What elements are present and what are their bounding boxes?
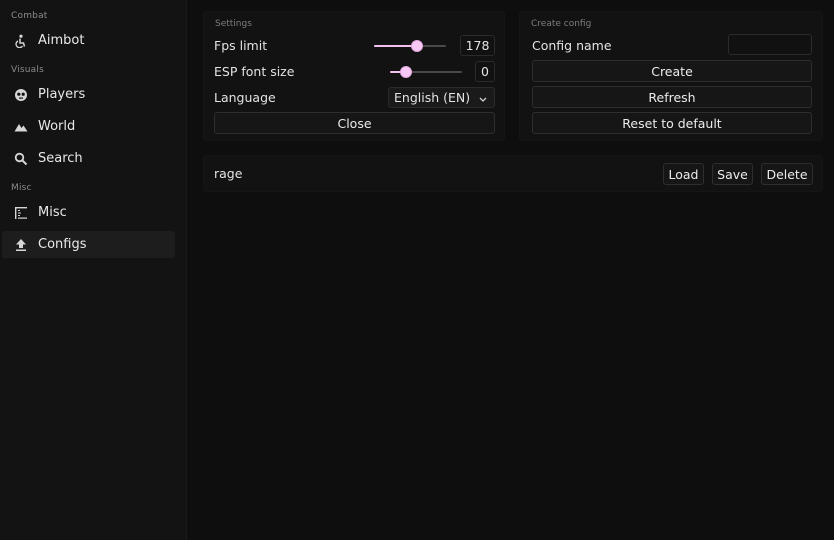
sidebar-item-search[interactable]: Search [2, 145, 175, 172]
world-icon [13, 119, 29, 135]
aimbot-icon [13, 33, 29, 49]
create-button[interactable]: Create [532, 60, 812, 82]
sidebar-item-aimbot[interactable]: Aimbot [2, 27, 175, 54]
create-config-panel: Create config Config name Create Refresh… [519, 11, 823, 141]
slider-thumb[interactable] [399, 66, 412, 78]
settings-panel: Settings Fps limit 178 ESP font size 0 L… [203, 11, 505, 141]
slider-thumb[interactable] [411, 40, 424, 52]
language-select[interactable]: English (EN) [388, 87, 495, 108]
section-label-misc: Misc [11, 183, 32, 193]
sidebar: Combat Aimbot Visuals Players World Sear [0, 0, 187, 540]
sidebar-item-world[interactable]: World [2, 113, 175, 140]
delete-button[interactable]: Delete [761, 163, 813, 185]
search-icon [13, 151, 29, 167]
language-label: Language [214, 90, 276, 105]
fps-limit-label: Fps limit [214, 38, 268, 53]
config-row: rage Load Save Delete [203, 155, 823, 192]
section-label-visuals: Visuals [11, 65, 44, 75]
app-window: Combat Aimbot Visuals Players World Sear [0, 0, 834, 540]
sidebar-item-players[interactable]: Players [2, 81, 175, 108]
config-name-input[interactable] [728, 34, 812, 55]
sidebar-item-misc[interactable]: Misc [2, 199, 175, 226]
esp-font-size-slider[interactable] [390, 66, 462, 78]
chevron-down-icon [478, 92, 488, 102]
esp-font-size-label: ESP font size [214, 64, 295, 79]
create-config-panel-title: Create config [531, 19, 592, 29]
esp-font-size-value[interactable]: 0 [475, 61, 495, 82]
config-name-label: Config name [532, 38, 612, 53]
refresh-button[interactable]: Refresh [532, 86, 812, 108]
section-label-combat: Combat [11, 11, 48, 21]
sidebar-item-label: World [38, 119, 76, 134]
sidebar-item-label: Misc [38, 205, 67, 220]
sidebar-item-configs[interactable]: Configs [2, 231, 175, 258]
sidebar-item-label: Search [38, 151, 83, 166]
players-icon [13, 87, 29, 103]
close-button[interactable]: Close [214, 112, 495, 134]
upload-icon [13, 237, 29, 253]
sidebar-item-label: Configs [38, 237, 87, 252]
config-name: rage [214, 166, 243, 181]
sidebar-item-label: Players [38, 87, 86, 102]
misc-icon [13, 205, 29, 221]
reset-to-default-button[interactable]: Reset to default [532, 112, 812, 134]
settings-panel-title: Settings [215, 19, 252, 29]
language-select-value: English (EN) [394, 90, 471, 105]
fps-limit-slider[interactable] [374, 40, 446, 52]
load-button[interactable]: Load [663, 163, 704, 185]
sidebar-item-label: Aimbot [38, 33, 85, 48]
fps-limit-value[interactable]: 178 [460, 35, 495, 56]
save-button[interactable]: Save [712, 163, 753, 185]
